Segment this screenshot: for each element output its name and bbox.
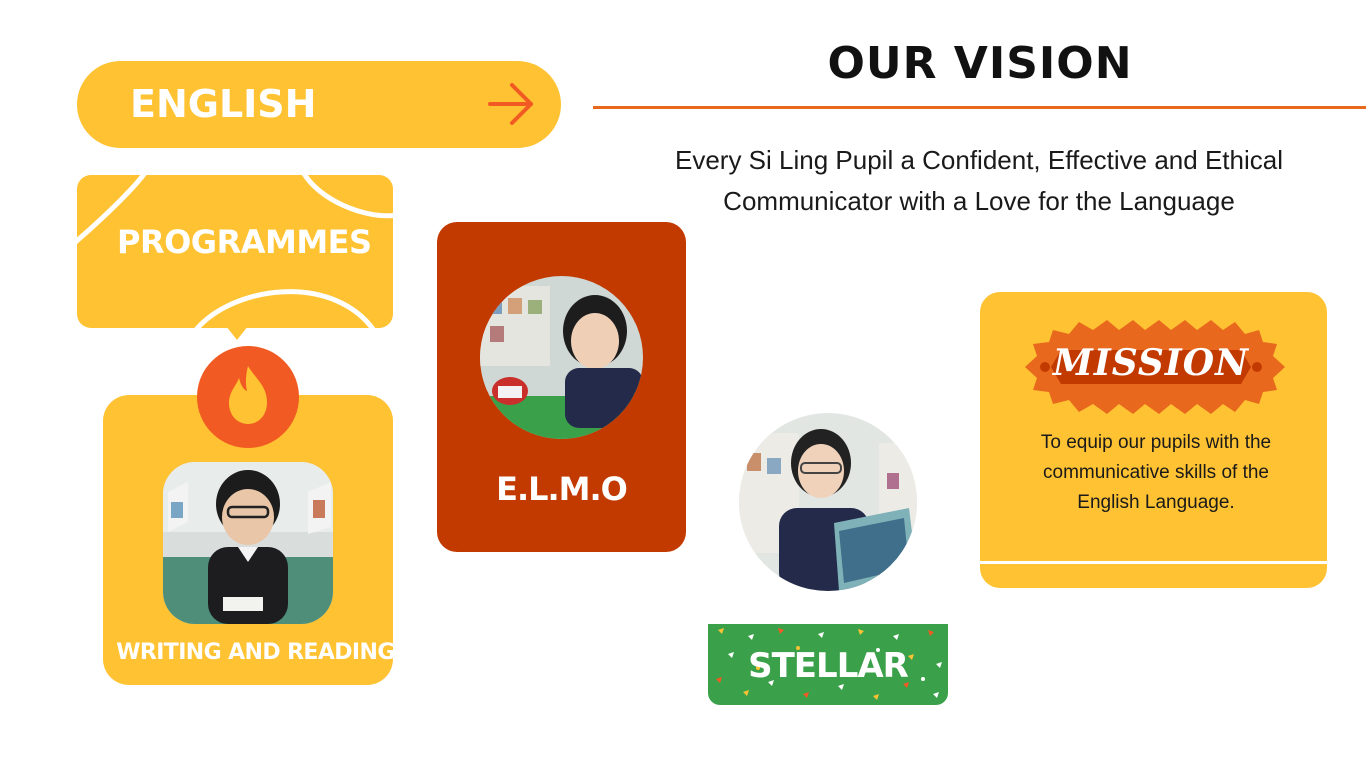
vision-divider	[593, 106, 1366, 109]
elmo-photo	[480, 276, 643, 439]
mission-title: MISSION	[1053, 342, 1249, 384]
vision-statement: Every Si Ling Pupil a Confident, Effecti…	[620, 140, 1338, 222]
vision-title: OUR VISION	[827, 38, 1133, 89]
mission-line-3: English Language.	[1077, 492, 1235, 513]
stellar-photo	[739, 413, 917, 591]
vision-line-1: Every Si Ling Pupil a Confident, Effecti…	[675, 145, 1283, 175]
programmes-label: PROGRAMMES	[117, 223, 372, 261]
stellar-label: STELLAR	[748, 646, 909, 686]
mission-statement: To equip our pupils with the communicati…	[1000, 428, 1312, 518]
fire-badge	[197, 346, 299, 448]
arrow-right-icon[interactable]	[487, 81, 537, 127]
vision-line-2: Communicator with a Love for the Languag…	[723, 186, 1235, 216]
bubble-tail	[226, 326, 248, 340]
stellar-card[interactable]: STELLAR	[708, 624, 948, 705]
english-subject-button[interactable]: ENGLISH	[77, 61, 561, 148]
fire-icon	[229, 366, 267, 424]
writing-reading-label: WRITING AND READING	[116, 640, 395, 665]
english-label: ENGLISH	[130, 82, 317, 126]
mission-line-2: communicative skills of the	[1043, 462, 1269, 483]
programmes-heading-bubble: PROGRAMMES	[77, 175, 393, 328]
mission-underline	[980, 561, 1327, 564]
mission-line-1: To equip our pupils with the	[1040, 432, 1272, 453]
writing-reading-photo	[163, 462, 333, 624]
elmo-label: E.L.M.O	[496, 470, 628, 508]
